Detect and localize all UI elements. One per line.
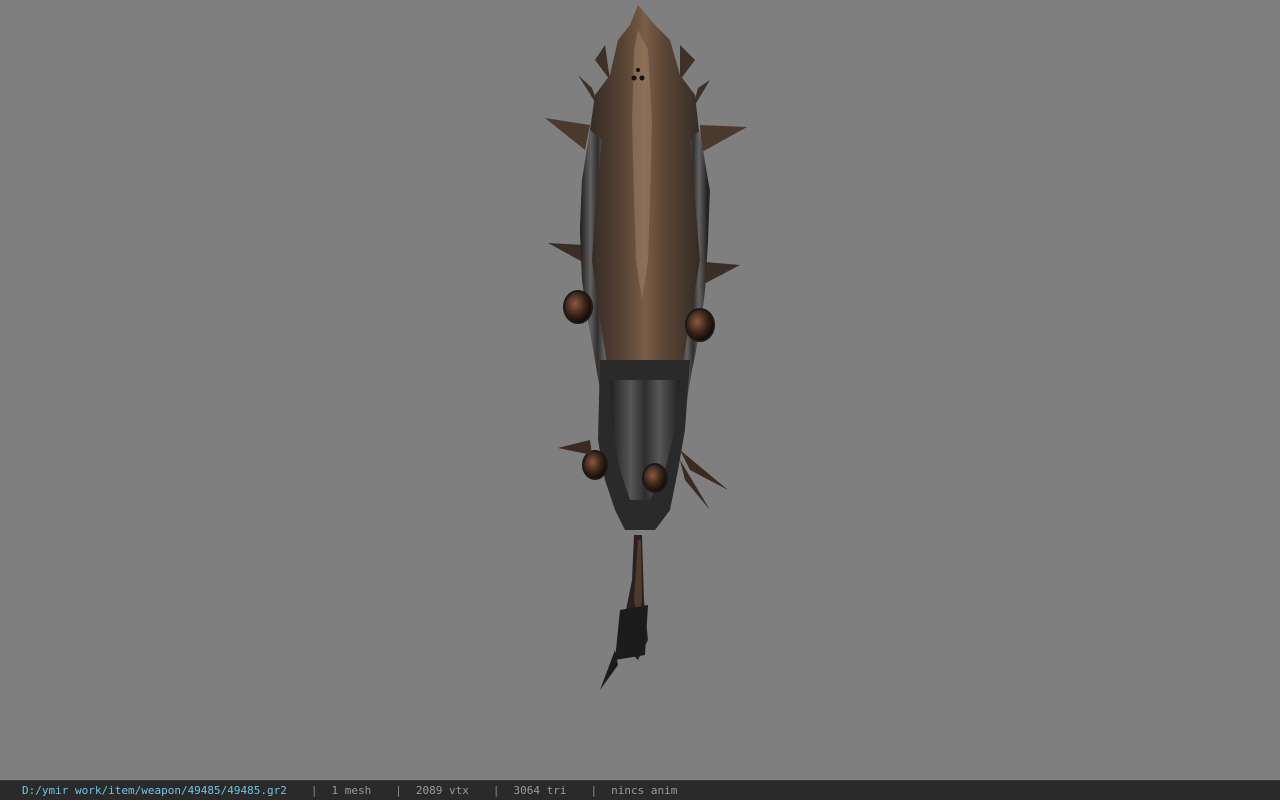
status-separator: |	[395, 784, 402, 797]
file-path: D:/ymir work/item/weapon/49485/49485.gr2	[22, 784, 287, 797]
status-separator: |	[590, 784, 598, 797]
weapon-model-icon	[545, 5, 747, 690]
status-separator: |	[310, 784, 318, 797]
status-separator: |	[492, 784, 500, 797]
vertex-count: 2089 vtx	[415, 784, 469, 797]
mesh-count: 1 mesh	[331, 784, 372, 797]
triangle-count: 3064 tri	[513, 784, 567, 797]
animation-status: nincs anim	[611, 784, 678, 797]
status-bar: D:/ymir work/item/weapon/49485/49485.gr2…	[0, 780, 1280, 800]
3d-viewport[interactable]	[0, 0, 1280, 780]
